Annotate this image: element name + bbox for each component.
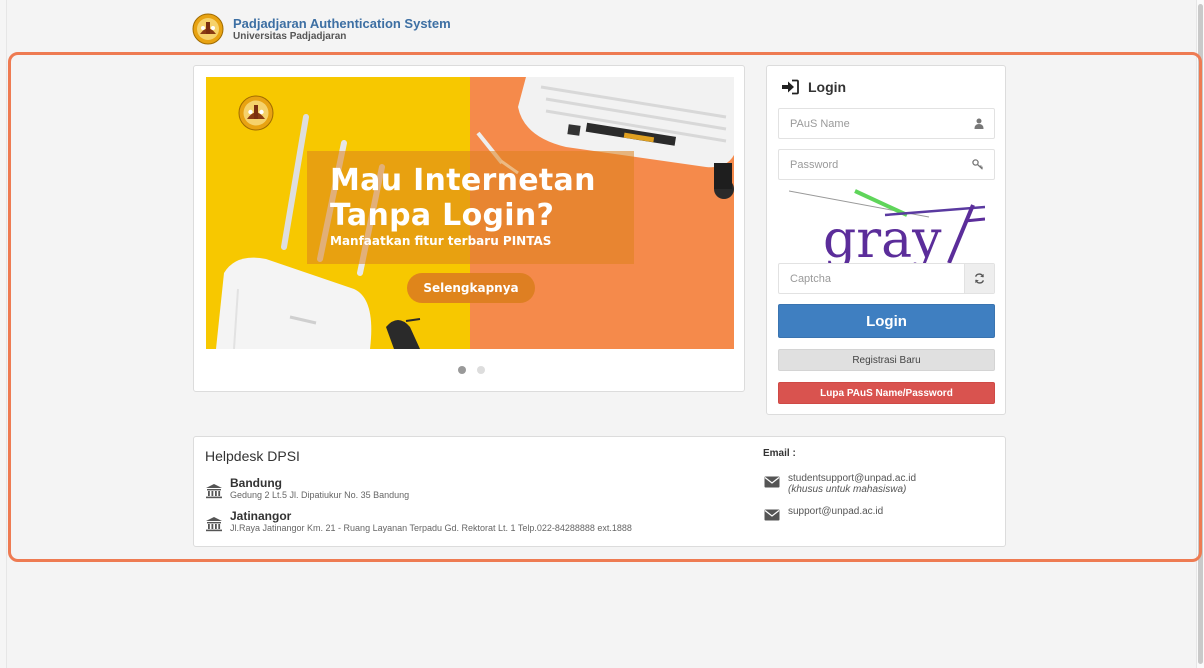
email-note: (khusus untuk mahasiswa) [788,484,907,495]
refresh-icon [974,273,985,284]
email-title: Email : [763,448,796,459]
username-field[interactable] [778,108,995,139]
sign-in-icon [782,79,799,95]
institution-icon [206,517,222,532]
refresh-captcha-button[interactable] [964,264,994,293]
helpdesk-panel: Helpdesk DPSI Bandung Gedung 2 Lt.5 Jl. … [193,436,1006,547]
email-address[interactable]: studentsupport@unpad.ac.id [788,473,916,484]
carousel-panel: Mau Internetan Tanpa Login? Manfaatkan f… [193,65,745,392]
location-bandung: Bandung Gedung 2 Lt.5 Jl. Dipatiukur No.… [205,477,409,501]
register-button[interactable]: Registrasi Baru [778,349,995,371]
location-name: Jatinangor [230,509,292,523]
location-address: Jl.Raya Jatinangor Km. 21 - Ruang Layana… [230,523,632,533]
banner-headline-line2: Tanpa Login? [330,198,555,233]
unpad-logo-small [238,95,274,131]
email-address[interactable]: support@unpad.ac.id [788,506,883,517]
banner-headline: Mau Internetan Tanpa Login? [330,163,596,233]
user-icon [974,118,984,129]
helpdesk-title: Helpdesk DPSI [205,448,300,464]
password-field[interactable] [778,149,995,180]
captcha-input[interactable] [779,264,963,293]
envelope-icon [764,509,780,521]
location-address: Gedung 2 Lt.5 Jl. Dipatiukur No. 35 Band… [230,490,410,500]
site-header: Padjadjaran Authentication System Univer… [192,12,451,46]
login-title: Login [808,79,847,95]
captcha-text: gray [823,210,942,263]
app-title: Padjadjaran Authentication System [233,15,451,31]
login-heading: Login [781,79,846,95]
institution-icon [206,484,222,499]
banner-subheadline: Manfaatkan fitur terbaru PINTAS [330,234,552,248]
more-info-button[interactable]: Selengkapnya [407,273,535,303]
location-name: Bandung [230,476,282,490]
app-subtitle: Universitas Padjadjaran [233,30,347,42]
key-icon [972,159,983,170]
username-input[interactable] [779,109,964,138]
password-input[interactable] [779,150,964,179]
location-jatinangor: Jatinangor Jl.Raya Jatinangor Km. 21 - R… [205,510,632,534]
login-panel: Login gray Log [766,65,1006,415]
forgot-password-button[interactable]: Lupa PAuS Name/Password [778,382,995,404]
carousel-dot-1[interactable] [457,366,466,374]
email-support: support@unpad.ac.id [764,506,883,521]
login-button[interactable]: Login [778,304,995,338]
envelope-icon [764,476,780,488]
email-student-support: studentsupport@unpad.ac.id (khusus untuk… [764,473,916,495]
captcha-image: gray [789,189,985,263]
banner-headline-line1: Mau Internetan [330,163,596,198]
carousel-dot-2[interactable] [476,366,485,374]
carousel-indicators [194,366,746,374]
carousel-banner[interactable]: Mau Internetan Tanpa Login? Manfaatkan f… [206,77,734,349]
captcha-field[interactable] [778,263,995,294]
unpad-logo[interactable] [192,13,224,45]
